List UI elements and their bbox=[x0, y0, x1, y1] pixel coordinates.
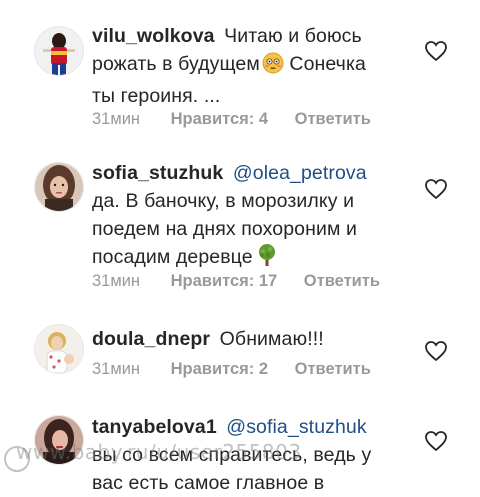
comment-meta: 31мин Нравится: 17 Ответить bbox=[92, 272, 380, 291]
mention-link[interactable]: @sofia_stuzhuk bbox=[226, 416, 366, 438]
heart-icon[interactable] bbox=[424, 178, 448, 200]
likes-count[interactable]: Нравится: 4 bbox=[171, 110, 268, 129]
avatar[interactable] bbox=[34, 324, 84, 374]
comment-text-line: Сонечка bbox=[283, 53, 366, 75]
comment-meta: 31мин Нравится: 4 Ответить bbox=[92, 110, 371, 129]
heart-icon[interactable] bbox=[424, 430, 448, 452]
avatar-image bbox=[35, 27, 83, 75]
comment-time: 31мин bbox=[92, 272, 141, 290]
flushed-face-emoji bbox=[262, 52, 284, 82]
comment-text-line: вы со всем справитесь, ведь у bbox=[92, 444, 372, 466]
heart-icon[interactable] bbox=[424, 40, 448, 62]
avatar[interactable] bbox=[34, 162, 84, 212]
comment-username[interactable]: vilu_wolkova bbox=[92, 25, 215, 47]
avatar[interactable] bbox=[34, 415, 84, 465]
mention-link[interactable]: @olea_petrova bbox=[233, 162, 367, 184]
reply-button[interactable]: Ответить bbox=[295, 360, 371, 379]
comment-text: sofia_stuzhuk @olea_petrova да. В баночк… bbox=[92, 159, 407, 275]
comment-text-line: поедем на днях похороним и bbox=[92, 218, 358, 240]
heart-icon[interactable] bbox=[424, 340, 448, 362]
reply-button[interactable]: Ответить bbox=[304, 272, 380, 291]
comment-text: tanyabelova1 @sofia_stuzhuk вы со всем с… bbox=[92, 413, 407, 497]
comment-text-line: Читаю и боюсь bbox=[224, 25, 362, 47]
avatar[interactable] bbox=[34, 26, 84, 76]
comment-text-line: посадим деревце bbox=[92, 246, 253, 268]
comment-text-line: ты героиня. ... bbox=[92, 85, 221, 107]
comment-text-line: рожать в будущем bbox=[92, 53, 260, 75]
avatar-image bbox=[35, 416, 83, 464]
watermark-logo bbox=[4, 446, 30, 472]
comment-username[interactable]: sofia_stuzhuk bbox=[92, 162, 223, 184]
comment-time: 31мин bbox=[92, 360, 141, 378]
comment-username[interactable]: tanyabelova1 bbox=[92, 416, 217, 438]
comment-meta: 31мин Нравится: 2 Ответить bbox=[92, 360, 371, 379]
comment-username[interactable]: doula_dnepr bbox=[92, 328, 210, 350]
avatar-image bbox=[35, 325, 83, 373]
likes-count[interactable]: Нравится: 2 bbox=[171, 360, 268, 379]
comment-text-line: да. В баночку, в морозилку и bbox=[92, 190, 355, 212]
comment-text-line: вас есть самое главное в bbox=[92, 472, 325, 494]
likes-count[interactable]: Нравится: 17 bbox=[171, 272, 278, 291]
avatar-image bbox=[35, 163, 83, 211]
comment-text: vilu_wolkova Читаю и боюсь рожать в буду… bbox=[92, 22, 407, 110]
comment-text-line: Обнимаю!!! bbox=[219, 328, 324, 350]
comment-text: doula_dnepr Обнимаю!!! bbox=[92, 325, 407, 353]
tree-emoji bbox=[255, 243, 279, 275]
reply-button[interactable]: Ответить bbox=[295, 110, 371, 129]
comment-time: 31мин bbox=[92, 110, 141, 128]
